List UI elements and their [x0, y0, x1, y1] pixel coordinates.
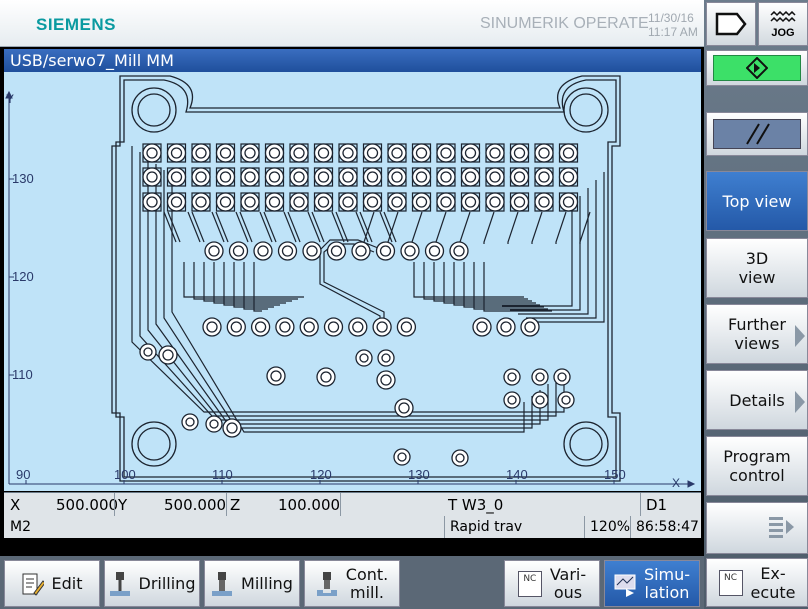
program-control-button[interactable]: Program control [706, 436, 808, 496]
feed-status-row: M2 Rapid trav 120% 86:58:47 [4, 516, 701, 538]
x-tick-label: 150 [604, 467, 626, 482]
header-bar: SIEMENS SINUMERIK OPERATE 11/30/16 11:17… [0, 0, 704, 47]
y-axis-name: Y [118, 495, 128, 514]
feed-stop-icon [746, 123, 770, 145]
y-tick-label: 130 [12, 171, 34, 186]
x-tick-label: 100 [114, 467, 136, 482]
menu-extension-button[interactable] [706, 502, 808, 554]
edit-icon [22, 571, 46, 597]
z-position: 100.000 [278, 495, 341, 514]
m-function: M2 [10, 519, 31, 535]
jog-wave-icon [770, 10, 796, 22]
y-tick-label: 120 [12, 269, 34, 284]
chevron-right-icon [795, 325, 805, 347]
date-display: 11/30/16 [648, 11, 694, 25]
feed-override: 120% [590, 519, 631, 535]
contour-milling-button[interactable]: Cont. mill. [304, 560, 400, 607]
program-arrow-icon [715, 12, 747, 36]
time-display: 11:17 AM [648, 25, 698, 39]
x-tick-label: 90 [16, 467, 31, 482]
z-axis-name: Z [230, 495, 241, 514]
tool-offset: D1 [646, 495, 668, 514]
details-button[interactable]: Details [706, 370, 808, 430]
y-tick-label: 110 [12, 367, 33, 382]
position-status-row: X 500.000 Y 500.000 Z 100.000 T W3_0 D1 [4, 492, 701, 516]
cycle-start-icon [746, 57, 768, 79]
product-name: SINUMERIK OPERATE [480, 15, 649, 32]
top-view-button[interactable]: Top view [706, 171, 808, 231]
chevron-right-icon [795, 391, 805, 413]
x-position: 500.000 [56, 495, 119, 514]
edit-button[interactable]: Edit [4, 560, 100, 607]
nc-various-icon: NC [517, 570, 542, 597]
simulation-icon [614, 571, 636, 597]
vertical-softkey-bar: JOG Top view 3D view Further views Detai… [704, 0, 808, 609]
x-tick-label: 110 [212, 467, 233, 482]
drilling-button[interactable]: Drilling [104, 560, 200, 607]
x-tick-label: 130 [408, 467, 430, 482]
runtime: 86:58:47 [636, 519, 699, 535]
x-axis-label: X [672, 476, 681, 490]
milling-button[interactable]: Milling [204, 560, 300, 607]
simulation-button[interactable]: Simu- lation [604, 560, 700, 607]
x-tick-label: 120 [310, 467, 332, 482]
various-button[interactable]: NC Vari- ous [504, 560, 600, 607]
siemens-logo: SIEMENS [36, 15, 117, 34]
3d-view-button[interactable]: 3D view [706, 238, 808, 298]
drill-icon [109, 571, 131, 597]
horizontal-softkey-bar: Edit Drilling Milling Cont. mill. NC Var… [0, 556, 704, 609]
toolpath-graphic [5, 75, 696, 488]
feed-hold-indicator[interactable] [706, 112, 808, 156]
x-axis-name: X [10, 495, 21, 514]
execute-button[interactable]: NC Ex- ecute [706, 558, 808, 607]
cycle-start-indicator[interactable] [706, 50, 808, 86]
jog-mode-button[interactable]: JOG [758, 2, 808, 46]
y-axis-label: Y [6, 92, 15, 106]
nc-execute-icon: NC [718, 569, 743, 596]
menu-extend-icon [769, 517, 794, 538]
contour-mill-icon [316, 571, 338, 597]
jog-label: JOG [771, 26, 795, 39]
tool-name: T W3_0 [448, 495, 504, 514]
program-title: USB/serwo7_Mill MM [4, 49, 701, 72]
simulation-view[interactable]: Y X 90 100 110 120 130 140 150 130 120 110 [4, 72, 701, 491]
program-icon[interactable] [706, 2, 756, 46]
y-position: 500.000 [164, 495, 227, 514]
feed-mode: Rapid trav [450, 519, 523, 535]
further-views-button[interactable]: Further views [706, 304, 808, 364]
mill-icon [211, 571, 233, 597]
x-tick-label: 140 [506, 467, 528, 482]
